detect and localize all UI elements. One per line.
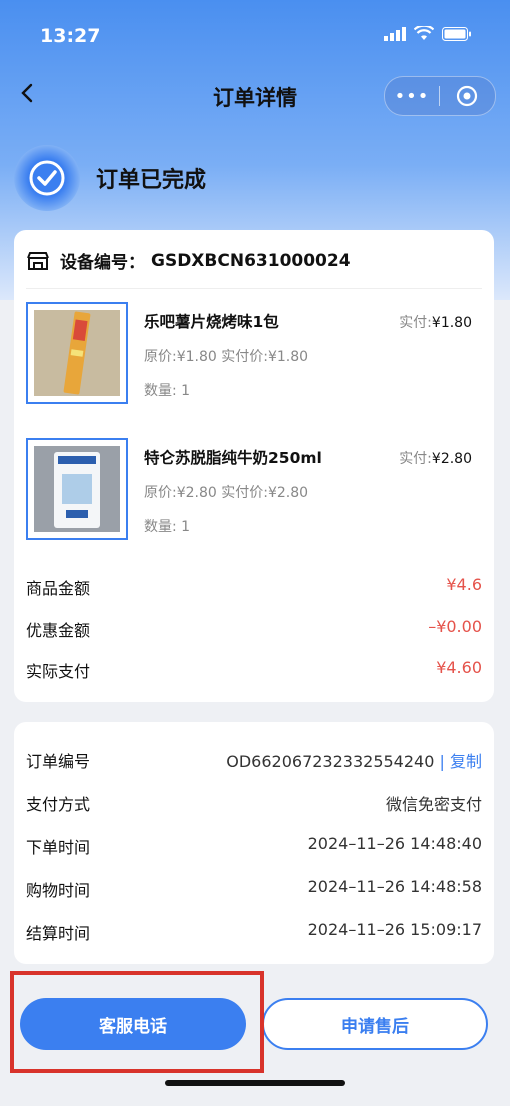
device-row: 设备编号： GSDXBCN631000024 <box>26 248 351 273</box>
info-label: 下单时间 <box>26 838 91 857</box>
paid-value: ¥1.80 <box>431 315 472 331</box>
product-thumbnail[interactable] <box>26 438 128 540</box>
info-value: 2024–11–26 15:09:17 <box>307 920 482 939</box>
order-info-card: 订单编号 OD662067232332554240 | 复制 支付方式 微信免密… <box>14 722 494 964</box>
info-value: 2024–11–26 14:48:58 <box>307 877 482 896</box>
info-label: 订单编号 <box>26 752 91 771</box>
settlement-time-row: 结算时间 2024–11–26 15:09:17 <box>26 920 482 944</box>
target-icon <box>456 85 478 107</box>
product-name: 特仑苏脱脂纯牛奶250ml <box>144 449 322 467</box>
home-indicator <box>165 1080 345 1086</box>
summary-value: ¥4.60 <box>436 658 482 677</box>
product-paid: 实付:¥1.80 <box>399 312 472 332</box>
paid-label: 实付: <box>399 451 432 467</box>
more-button[interactable]: ••• <box>385 86 439 107</box>
battery-icon <box>442 26 471 41</box>
signal-icon <box>384 26 406 41</box>
copy-link[interactable]: 复制 <box>450 752 482 771</box>
product-quantity: 数量: 1 <box>144 383 191 399</box>
more-icon: ••• <box>394 85 430 107</box>
summary-row-discount: 优惠金额 –¥0.00 <box>26 617 482 641</box>
device-label: 设备编号： <box>60 253 145 273</box>
divider <box>26 288 482 289</box>
product-name: 乐吧薯片烧烤味1包 <box>144 313 279 331</box>
highlight-box <box>10 971 264 1073</box>
close-button[interactable] <box>440 85 494 107</box>
order-items-card: 设备编号： GSDXBCN631000024 乐吧薯片烧烤味1包 实付:¥1.8… <box>14 230 494 702</box>
mini-program-capsule: ••• <box>384 76 496 116</box>
order-item: 乐吧薯片烧烤味1包 实付:¥1.80 原价:¥1.80 实付价:¥1.80 数量… <box>26 302 482 406</box>
paid-value: ¥2.80 <box>431 451 472 467</box>
summary-row-paid: 实际支付 ¥4.60 <box>26 658 482 682</box>
info-value: 2024–11–26 14:48:40 <box>307 834 482 853</box>
summary-value: ¥4.6 <box>446 575 482 594</box>
paid-label: 实付: <box>399 315 432 331</box>
info-value: 微信免密支付 <box>385 795 482 814</box>
copy-separator: | <box>439 752 450 771</box>
info-label: 购物时间 <box>26 881 91 900</box>
product-paid: 实付:¥2.80 <box>399 448 472 468</box>
summary-row-goods: 商品金额 ¥4.6 <box>26 575 482 599</box>
payment-method-row: 支付方式 微信免密支付 <box>26 791 482 815</box>
summary-label: 商品金额 <box>26 579 91 598</box>
shopping-time-row: 购物时间 2024–11–26 14:48:58 <box>26 877 482 901</box>
product-thumbnail[interactable] <box>26 302 128 404</box>
summary-value: –¥0.00 <box>428 617 482 636</box>
nav-bar: 订单详情 ••• <box>0 70 510 122</box>
check-badge-icon <box>14 145 80 211</box>
status-time: 13:27 <box>40 25 101 47</box>
product-price: 原价:¥1.80 实付价:¥1.80 <box>144 349 309 365</box>
product-image <box>34 446 120 532</box>
status-bar: 13:27 <box>0 0 510 70</box>
device-number: GSDXBCN631000024 <box>151 250 351 271</box>
order-number-value: OD662067232332554240 <box>226 752 435 771</box>
info-label: 支付方式 <box>26 795 91 814</box>
product-price: 原价:¥2.80 实付价:¥2.80 <box>144 485 309 501</box>
product-quantity: 数量: 1 <box>144 519 191 535</box>
wifi-icon <box>414 26 434 40</box>
after-sale-button[interactable]: 申请售后 <box>262 998 488 1050</box>
summary-label: 实际支付 <box>26 662 91 681</box>
order-status: 订单已完成 <box>14 145 206 211</box>
info-label: 结算时间 <box>26 924 91 943</box>
store-icon <box>27 251 49 270</box>
order-number-row: 订单编号 OD662067232332554240 | 复制 <box>26 748 482 772</box>
summary-label: 优惠金额 <box>26 621 91 640</box>
order-status-text: 订单已完成 <box>96 168 207 193</box>
product-image <box>34 310 120 396</box>
order-time-row: 下单时间 2024–11–26 14:48:40 <box>26 834 482 858</box>
order-item: 特仑苏脱脂纯牛奶250ml 实付:¥2.80 原价:¥2.80 实付价:¥2.8… <box>26 438 482 542</box>
